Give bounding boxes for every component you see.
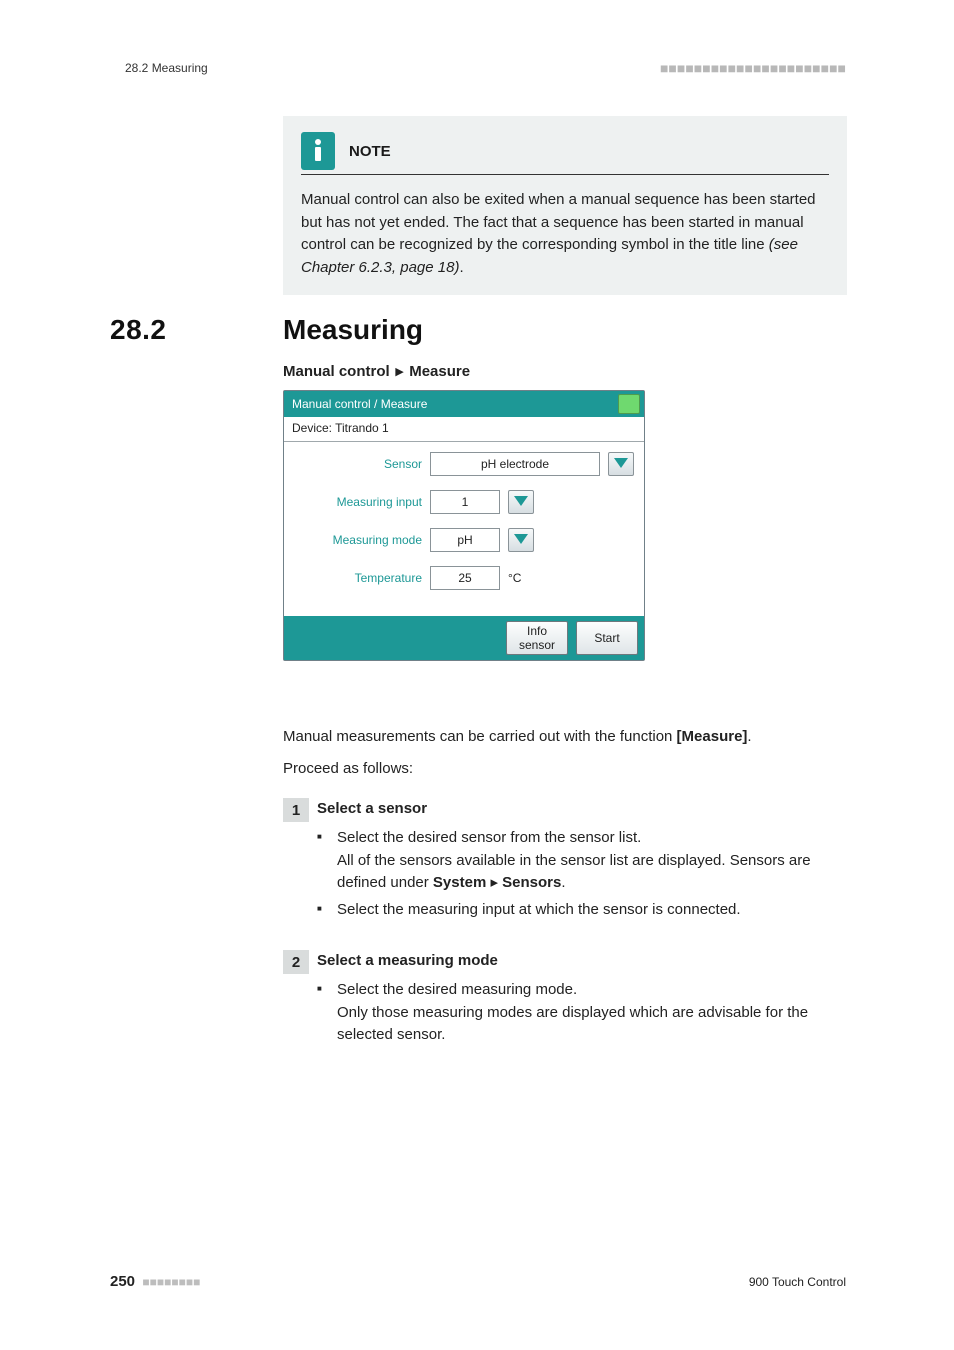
step-1-bullet-1: Select the desired sensor from the senso…: [317, 827, 843, 895]
label-measuring-mode: Measuring mode: [294, 533, 430, 547]
label-sensor: Sensor: [294, 457, 430, 471]
p1-post: .: [747, 728, 751, 745]
step-2-number: 2: [283, 950, 309, 974]
crumb-a: Manual control: [283, 363, 390, 380]
close-icon[interactable]: [618, 394, 640, 414]
s2-li1b: Only those measuring modes are displayed…: [337, 1004, 808, 1044]
p1-bold: [Measure]: [677, 728, 748, 745]
sensor-field[interactable]: pH electrode: [430, 452, 600, 476]
measuring-mode-field[interactable]: pH: [430, 528, 500, 552]
dialog-measure: Manual control / Measure Device: Titrand…: [283, 390, 645, 661]
page-number: 250: [110, 1273, 135, 1290]
temperature-unit: °C: [508, 571, 521, 585]
s1-li1b-a: System: [433, 874, 486, 891]
section-title: Measuring: [283, 314, 423, 346]
measuring-input-field[interactable]: 1: [430, 490, 500, 514]
p1-pre: Manual measurements can be carried out w…: [283, 728, 677, 745]
step-2: 2 Select a measuring mode Select the des…: [283, 952, 843, 1051]
step-1-number: 1: [283, 798, 309, 822]
note-box: NOTE Manual control can also be exited w…: [283, 116, 847, 295]
info-sensor-button[interactable]: Info sensor: [506, 621, 568, 655]
s1-li1: Select the desired sensor from the senso…: [337, 829, 641, 846]
note-body: Manual control can also be exited when a…: [301, 189, 829, 279]
paragraph-1: Manual measurements can be carried out w…: [283, 726, 843, 749]
step-1-title: Select a sensor: [317, 800, 843, 817]
step-2-title: Select a measuring mode: [317, 952, 843, 969]
measuring-mode-dropdown[interactable]: [508, 528, 534, 552]
header-dashes: ■■■■■■■■■■■■■■■■■■■■■■: [660, 60, 846, 76]
temperature-field[interactable]: 25: [430, 566, 500, 590]
breadcrumb: Manual control▸Measure: [283, 362, 470, 380]
note-text-post: .: [459, 259, 463, 276]
s1-li1b-pre: All of the sensors available in the sens…: [337, 852, 811, 892]
crumb-arrow: ▸: [390, 362, 410, 380]
label-temperature: Temperature: [294, 571, 430, 585]
s1-li1b-post: .: [561, 874, 565, 891]
paragraph-2: Proceed as follows:: [283, 758, 843, 781]
sensor-dropdown[interactable]: [608, 452, 634, 476]
running-head: 28.2 Measuring: [125, 61, 208, 75]
dialog-title: Manual control / Measure: [292, 397, 427, 411]
note-title: NOTE: [349, 143, 391, 160]
dialog-device: Device: Titrando 1: [284, 417, 644, 442]
start-button[interactable]: Start: [576, 621, 638, 655]
crumb-b: Measure: [409, 363, 470, 380]
step-1-bullet-2: Select the measuring input at which the …: [317, 899, 843, 922]
step-2-bullet-1: Select the desired measuring mode. Only …: [317, 979, 843, 1047]
note-text-pre: Manual control can also be exited when a…: [301, 191, 816, 253]
s2-li1: Select the desired measuring mode.: [337, 981, 577, 998]
step-1: 1 Select a sensor Select the desired sen…: [283, 800, 843, 925]
s1-li1b-arrow: ▸: [490, 872, 498, 895]
info-icon: [301, 132, 335, 170]
label-measuring-input: Measuring input: [294, 495, 430, 509]
measuring-input-dropdown[interactable]: [508, 490, 534, 514]
section-number: 28.2: [110, 314, 283, 346]
s1-li1b-b: Sensors: [502, 874, 561, 891]
footer-dashes: ■■■■■■■■: [142, 1275, 200, 1289]
manual-name: 900 Touch Control: [749, 1275, 846, 1289]
